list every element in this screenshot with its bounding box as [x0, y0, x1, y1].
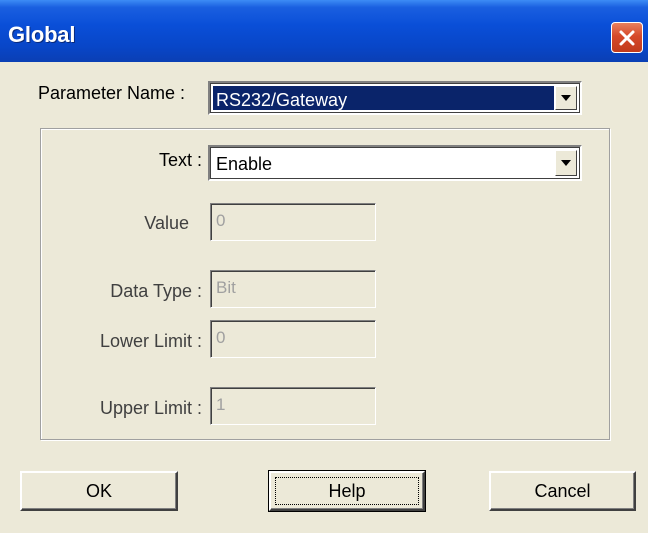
lower-limit-label: Lower Limit : [99, 331, 202, 351]
cancel-button[interactable]: Cancel [489, 471, 636, 511]
chevron-down-icon [561, 160, 571, 166]
close-icon [619, 30, 635, 45]
window-title: Global [8, 22, 76, 47]
parameter-name-value: RS232/Gateway [213, 86, 554, 110]
upper-limit-label: Upper Limit : [99, 398, 202, 418]
text-value: Enable [216, 154, 273, 174]
close-button[interactable] [611, 22, 643, 53]
text-label: Text : [158, 150, 202, 170]
help-button[interactable]: Help [268, 470, 426, 512]
parameter-name-dropdown-button[interactable] [555, 86, 577, 110]
title-bar[interactable]: Global [0, 0, 648, 62]
text-dropdown[interactable]: Enable [208, 145, 582, 181]
data-type-label: Data Type : [110, 281, 202, 301]
chevron-down-icon [561, 95, 571, 101]
lower-limit-field: 0 [210, 320, 376, 358]
parameter-name-dropdown[interactable]: RS232/Gateway [208, 81, 582, 115]
data-type-field: Bit [210, 270, 376, 308]
value-field: 0 [210, 203, 376, 241]
text-dropdown-button[interactable] [555, 150, 577, 176]
parameter-name-label: Parameter Name : [38, 83, 186, 103]
help-button-label: Help [328, 480, 366, 501]
upper-limit-field: 1 [210, 387, 376, 425]
value-label: Value [144, 213, 189, 233]
ok-button[interactable]: OK [20, 471, 178, 511]
